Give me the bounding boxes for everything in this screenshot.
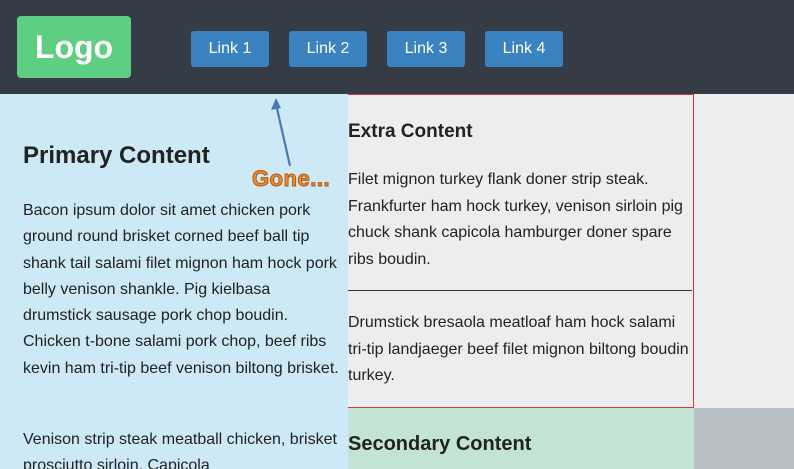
annotation-label: Gone... bbox=[251, 166, 331, 192]
nav-link-4[interactable]: Link 4 bbox=[485, 31, 563, 67]
secondary-content-title: Secondary Content bbox=[348, 433, 532, 455]
extra-content-title: Extra Content bbox=[348, 121, 473, 142]
secondary-content-section: Secondary Content bbox=[348, 408, 694, 469]
nav-link-1[interactable]: Link 1 bbox=[191, 31, 269, 67]
right-column bbox=[694, 94, 794, 408]
nav-link-3[interactable]: Link 3 bbox=[387, 31, 465, 67]
divider bbox=[348, 290, 692, 291]
extra-content-section: Extra Content Filet mignon turkey flank … bbox=[348, 94, 694, 408]
site-header: Logo Link 1 Link 2 Link 3 Link 4 bbox=[0, 0, 794, 94]
annotation-arrow-icon bbox=[271, 98, 292, 167]
nav-link-2[interactable]: Link 2 bbox=[289, 31, 367, 67]
extra-paragraph: Drumstick bresaola meatloaf ham hock sal… bbox=[348, 314, 689, 384]
extra-paragraph: Filet mignon turkey flank doner strip st… bbox=[348, 171, 683, 268]
logo[interactable]: Logo bbox=[17, 16, 131, 78]
primary-paragraph: Venison strip steak meatball chicken, br… bbox=[23, 431, 337, 469]
right-column-lower bbox=[694, 408, 794, 469]
primary-paragraph: Bacon ipsum dolor sit amet chicken pork … bbox=[23, 202, 339, 377]
primary-content-title: Primary Content bbox=[23, 142, 210, 169]
